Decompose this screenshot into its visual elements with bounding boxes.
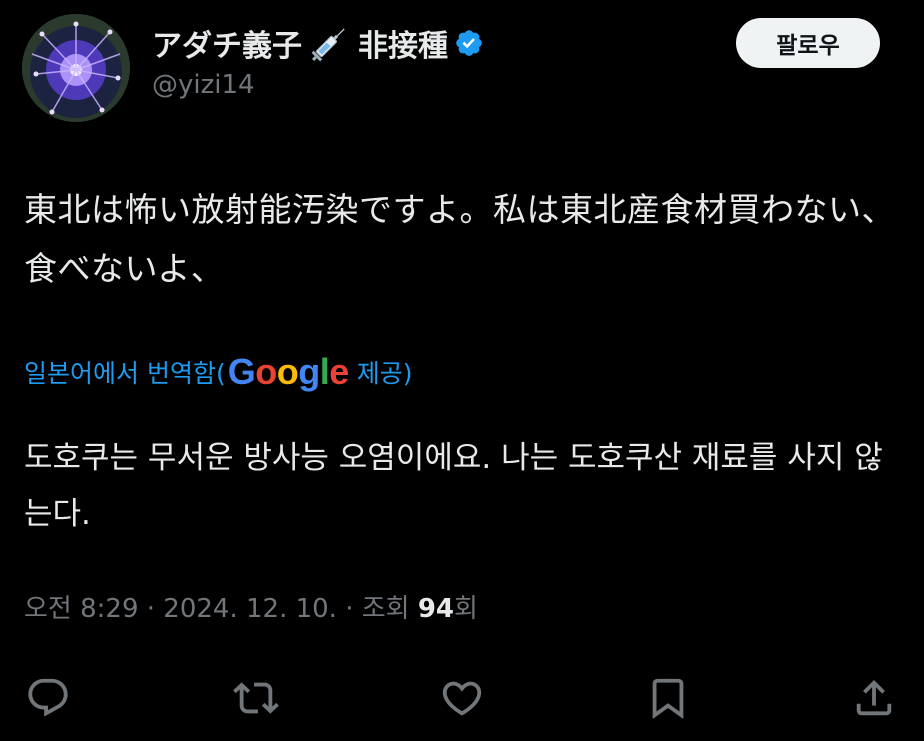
retweet-button[interactable] [230,672,282,724]
google-logo: Google [227,351,350,392]
translation-attribution[interactable]: 일본어에서 번역함( Google 제공) [24,354,413,390]
avatar-image [22,14,130,122]
google-logo-letter: o [276,351,299,392]
tweet-text: 東北は怖い放射能汚染ですよ。私は東北産食材買わない、食べないよ、 [24,190,895,288]
views-count: 94 [417,594,455,624]
author-name-suffix[interactable]: 非接種 [358,21,448,65]
retweet-icon [233,682,279,714]
tweet-action-bar [0,672,924,724]
views-suffix: 회 [454,594,478,624]
author-name-row[interactable]: アダチ義子 非接種 [152,22,484,64]
bookmark-icon [652,678,684,719]
follow-button[interactable]: 팔로우 [736,18,880,68]
translation-suffix[interactable]: 제공) [357,354,413,390]
google-logo-letter: G [227,351,256,392]
google-logo-letter: o [255,351,277,392]
translated-text: 도호쿠는 무서운 방사능 오염이에요. 나는 도호쿠산 재료를 사지 않는다. [24,440,883,532]
like-button[interactable] [436,672,488,724]
bookmark-button[interactable] [642,672,694,724]
google-logo-letter: l [319,351,330,392]
like-icon [442,681,482,716]
author-handle[interactable]: @yizi14 [152,70,255,100]
syringe-icon [308,23,352,63]
tweet-timestamp[interactable]: 오전 8:29 · 2024. 12. 10. · 조회 [24,594,418,624]
avatar[interactable] [22,14,130,122]
google-logo-letter: e [329,351,349,392]
reply-button[interactable] [22,672,74,724]
tweet-meta: 오전 8:29 · 2024. 12. 10. · 조회 94회 [24,588,478,625]
verified-badge-icon[interactable] [454,28,484,58]
reply-icon [28,678,68,717]
google-logo-letter: g [298,351,320,392]
translation-prefix[interactable]: 일본어에서 번역함( [24,354,226,390]
author-display-name[interactable]: アダチ義子 [152,21,302,65]
share-icon [856,679,892,716]
share-button[interactable] [848,672,900,724]
